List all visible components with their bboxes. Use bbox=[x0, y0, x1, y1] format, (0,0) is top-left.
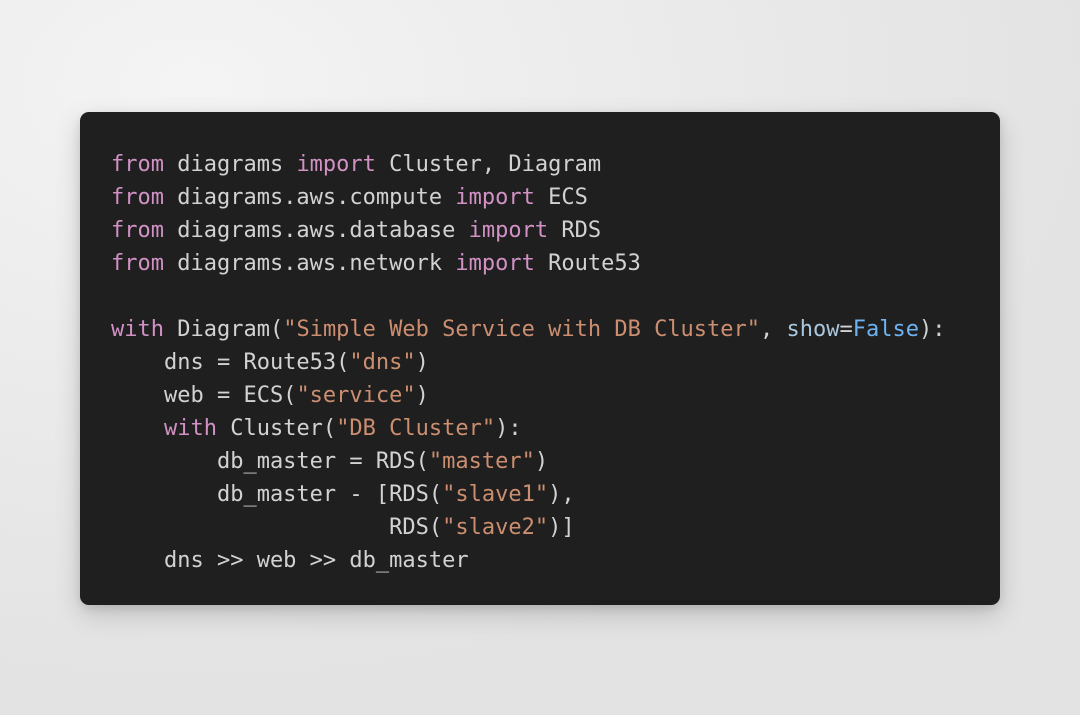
code-token-txt: ) bbox=[534, 449, 549, 474]
code-block[interactable]: from diagrams import Cluster, Diagram fro… bbox=[111, 148, 1000, 577]
code-line: with Cluster("DB Cluster"): bbox=[111, 412, 1000, 445]
code-token-txt: Diagram( bbox=[163, 317, 284, 342]
code-line: dns = Route53("dns") bbox=[111, 346, 1000, 379]
code-token-txt: ): bbox=[495, 416, 522, 441]
code-line: with Diagram("Simple Web Service with DB… bbox=[111, 313, 1000, 346]
code-token-kw: with bbox=[111, 317, 164, 342]
code-token-kw: import bbox=[455, 251, 535, 276]
code-token-txt: web = ECS( bbox=[111, 383, 297, 408]
code-snippet-card: from diagrams import Cluster, Diagram fro… bbox=[80, 112, 1000, 605]
code-token-txt: diagrams bbox=[163, 152, 297, 177]
code-token-txt: ), bbox=[548, 482, 575, 507]
code-token-str: "dns" bbox=[349, 350, 416, 375]
page-root: from diagrams import Cluster, Diagram fro… bbox=[0, 0, 1080, 715]
code-token-param: show bbox=[786, 317, 840, 342]
code-token-txt: dns = Route53( bbox=[111, 350, 350, 375]
code-token-txt: , bbox=[760, 317, 787, 342]
code-token-kw: import bbox=[296, 152, 376, 177]
code-line: dns >> web >> db_master bbox=[111, 544, 1000, 577]
code-line: RDS("slave2")] bbox=[111, 511, 1000, 544]
code-token-str: "service" bbox=[296, 383, 416, 408]
code-token-txt: ) bbox=[415, 383, 429, 408]
code-token-bi: False bbox=[852, 317, 919, 342]
code-token-kw: from bbox=[111, 218, 164, 243]
code-token-txt: Cluster, Diagram bbox=[375, 152, 602, 177]
code-token-kw: import bbox=[468, 218, 549, 243]
code-line: from diagrams.aws.compute import ECS bbox=[111, 181, 1000, 214]
code-token-txt: RDS( bbox=[111, 515, 443, 540]
code-token-txt: Route53 bbox=[534, 251, 641, 276]
code-line: web = ECS("service") bbox=[111, 379, 1000, 412]
code-token-txt: )] bbox=[548, 515, 575, 540]
code-token-kw: from bbox=[111, 185, 164, 210]
code-token-kw: with bbox=[163, 416, 217, 441]
code-line: db_master = RDS("master") bbox=[111, 445, 1000, 478]
code-token-kw: from bbox=[111, 251, 164, 276]
code-token-txt: ECS bbox=[534, 185, 588, 210]
code-line: from diagrams.aws.database import RDS bbox=[111, 214, 1000, 247]
code-token-kw: from bbox=[111, 152, 164, 177]
code-token-txt: ): bbox=[919, 317, 946, 342]
code-line: from diagrams import Cluster, Diagram bbox=[111, 148, 1000, 181]
code-token-txt: diagrams.aws.database bbox=[163, 218, 469, 243]
code-token-txt: ) bbox=[415, 350, 429, 375]
code-token-txt: db_master = RDS( bbox=[111, 449, 429, 474]
code-line: from diagrams.aws.network import Route53 bbox=[111, 247, 1000, 280]
code-line: db_master - [RDS("slave1"), bbox=[111, 478, 1000, 511]
code-token-txt: diagrams.aws.compute bbox=[163, 185, 456, 210]
code-token-kw: import bbox=[455, 185, 535, 210]
code-token-txt: dns >> web >> db_master bbox=[111, 548, 469, 573]
code-token-txt: db_master - [RDS( bbox=[111, 482, 443, 507]
code-token-str: "slave1" bbox=[442, 482, 549, 507]
code-token-txt: = bbox=[839, 317, 853, 342]
code-token-txt: diagrams.aws.network bbox=[163, 251, 456, 276]
code-token-txt: Cluster( bbox=[216, 416, 337, 441]
code-token-str: "Simple Web Service with DB Cluster" bbox=[283, 317, 761, 342]
code-token-txt: RDS bbox=[548, 218, 602, 243]
code-token-str: "DB Cluster" bbox=[336, 416, 496, 441]
code-token-str: "slave2" bbox=[442, 515, 549, 540]
code-token-str: "master" bbox=[428, 449, 535, 474]
